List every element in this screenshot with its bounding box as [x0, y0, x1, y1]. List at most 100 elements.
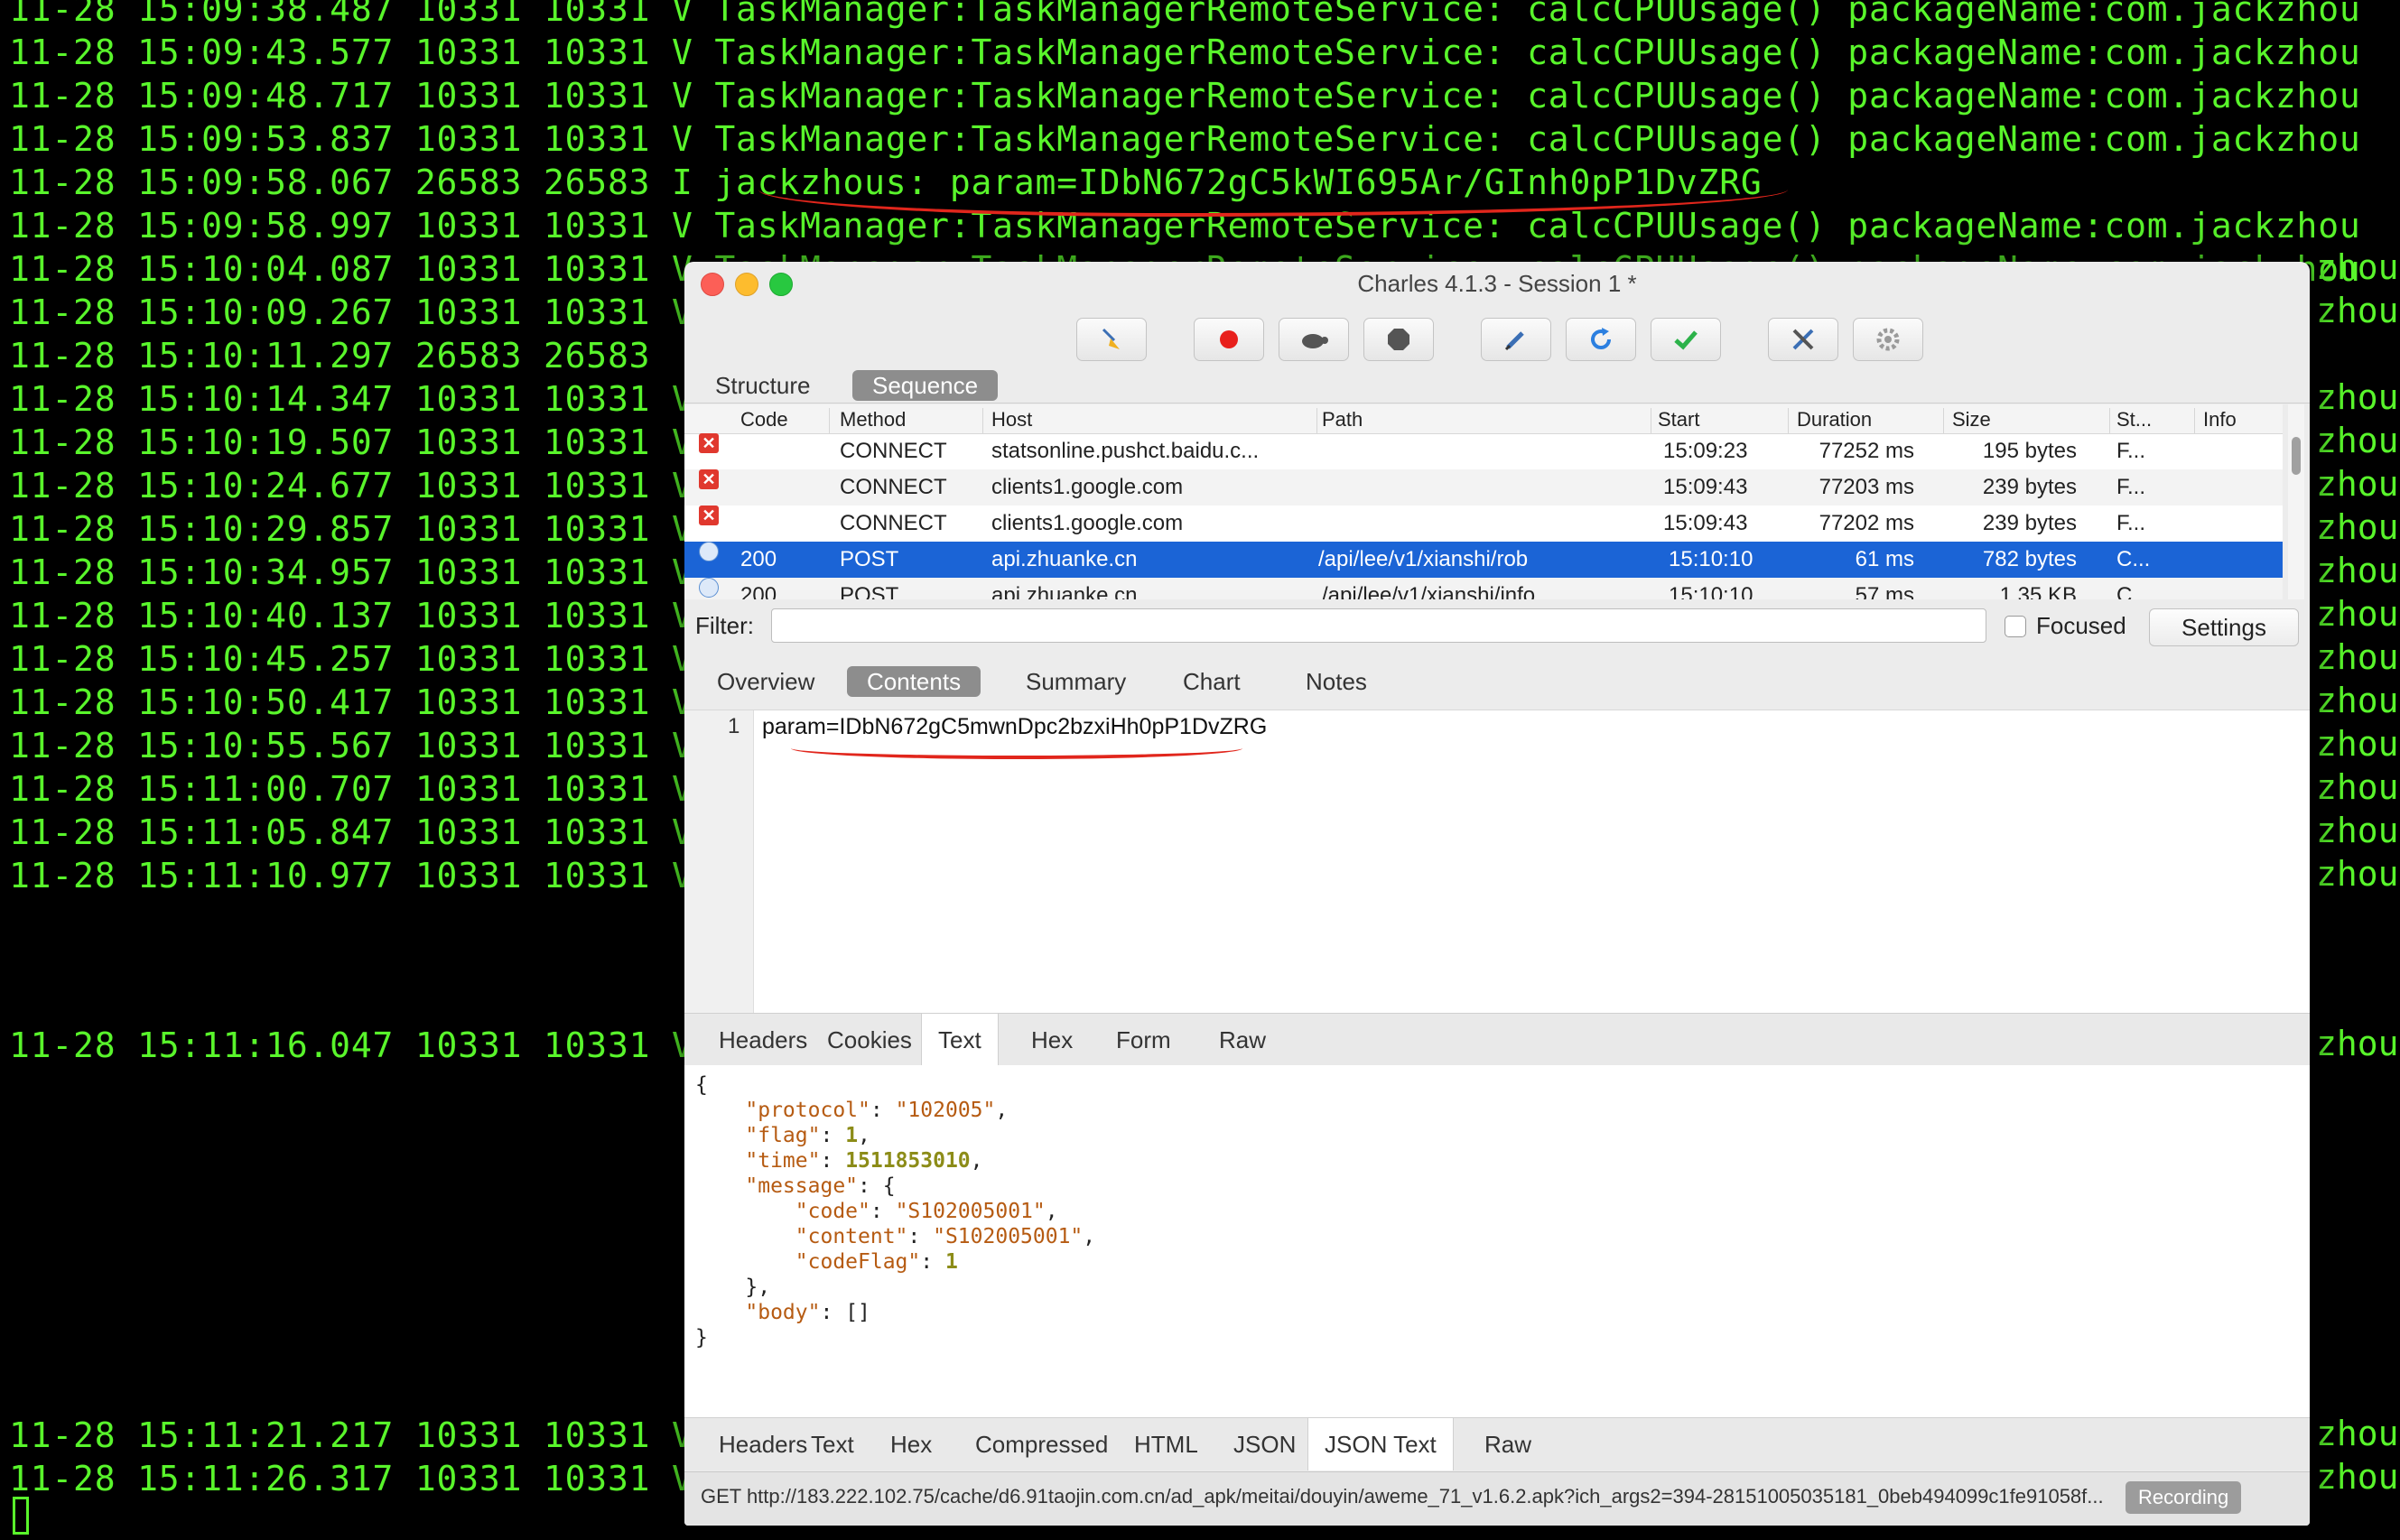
- turtle-icon: [1302, 334, 1328, 348]
- table-row[interactable]: ✕ CONNECT clients1.google.com 15:09:43 7…: [684, 469, 2283, 506]
- tab-response-json-text[interactable]: JSON Text: [1307, 1418, 1454, 1470]
- close-window-button[interactable]: [701, 273, 724, 296]
- validate-button[interactable]: [1651, 318, 1721, 361]
- cell-status: F...: [2116, 511, 2146, 535]
- record-button[interactable]: [1194, 318, 1264, 361]
- request-body-viewer[interactable]: 1 param=IDbN672gC5mwnDpc2bzxiHh0pP1DvZRG: [684, 710, 2310, 1014]
- zoom-window-button[interactable]: [769, 273, 793, 296]
- log-line: 11-28 15:11:16.047 10331 10331 V: [9, 1025, 693, 1065]
- tab-response-compressed[interactable]: Compressed: [959, 1418, 1124, 1470]
- log-line: 11-28 15:11:00.707 10331 10331 V: [9, 769, 693, 809]
- log-line: 11-28 15:10:55.567 10331 10331 V: [9, 726, 693, 765]
- column-header-code[interactable]: Code: [740, 408, 788, 431]
- compose-button[interactable]: [1481, 318, 1551, 361]
- column-header-start[interactable]: Start: [1658, 408, 1699, 431]
- tab-request-form[interactable]: Form: [1100, 1014, 1187, 1066]
- sequence-table: Code Method Host Path Start Duration Siz…: [684, 404, 2283, 599]
- column-header-size[interactable]: Size: [1952, 408, 1991, 431]
- tab-sequence[interactable]: Sequence: [852, 370, 999, 401]
- column-header-host[interactable]: Host: [991, 408, 1032, 431]
- column-header-status[interactable]: St...: [2116, 408, 2152, 431]
- log-line: 11-28 15:11:05.847 10331 10331 V: [9, 812, 693, 852]
- focused-checkbox[interactable]: [2005, 616, 2026, 637]
- filter-input[interactable]: [771, 608, 1986, 643]
- cell-duration: 57 ms: [1855, 583, 1914, 599]
- scrollbar-thumb[interactable]: [2292, 437, 2301, 475]
- tab-response-html[interactable]: HTML: [1118, 1418, 1214, 1470]
- log-line: 11-28 15:09:48.717 10331 10331 V TaskMan…: [9, 76, 2361, 116]
- cell-duration: 77203 ms: [1819, 475, 1914, 499]
- window-title: Charles 4.1.3 - Session 1 *: [1357, 270, 1637, 297]
- broom-icon: [1102, 328, 1120, 349]
- cell-duration: 77252 ms: [1819, 439, 1914, 463]
- column-header-duration[interactable]: Duration: [1797, 408, 1872, 431]
- tab-response-raw[interactable]: Raw: [1468, 1418, 1548, 1470]
- tab-request-cookies[interactable]: Cookies: [811, 1014, 928, 1066]
- table-row[interactable]: 200 POST api.zhuanke.cn /api/lee/v1/xian…: [684, 578, 2283, 599]
- tab-structure[interactable]: Structure: [695, 370, 831, 401]
- tab-response-text[interactable]: Text: [795, 1418, 870, 1470]
- tab-request-text[interactable]: Text: [921, 1014, 999, 1066]
- log-line: 11-28 15:10:34.957 10331 10331 V: [9, 552, 693, 592]
- cell-start: 15:09:43: [1663, 511, 1748, 535]
- json-value: 1: [845, 1124, 859, 1147]
- cell-status: C...: [2116, 547, 2151, 571]
- table-row[interactable]: ✕ CONNECT clients1.google.com 15:09:43 7…: [684, 506, 2283, 542]
- tab-chart[interactable]: Chart: [1163, 666, 1260, 697]
- tools-button[interactable]: [1768, 318, 1838, 361]
- cell-host: statsonline.pushct.baidu.c...: [991, 439, 1260, 463]
- cell-size: 239 bytes: [1982, 511, 2077, 535]
- settings-button[interactable]: Settings: [2149, 608, 2299, 646]
- log-line: 11-28 15:11:10.977 10331 10331 V: [9, 856, 693, 895]
- log-line: 11-28 15:10:14.347 10331 10331 V: [9, 379, 693, 419]
- json-value: "S102005001": [933, 1225, 1084, 1248]
- tab-request-hex[interactable]: Hex: [1015, 1014, 1089, 1066]
- request-complete-icon: [699, 578, 719, 598]
- error-x-icon: ✕: [699, 469, 719, 489]
- json-value: 1: [944, 1250, 958, 1274]
- cell-code: 200: [740, 583, 777, 599]
- table-row-selected[interactable]: 200 POST api.zhuanke.cn /api/lee/v1/xian…: [684, 542, 2283, 578]
- json-key: "content": [795, 1225, 908, 1248]
- column-header-info[interactable]: Info: [2203, 408, 2237, 431]
- tab-overview[interactable]: Overview: [697, 666, 834, 697]
- log-line: 11-28 15:11:26.317 10331 10331 V: [9, 1459, 693, 1498]
- cell-start: 15:09:43: [1663, 475, 1748, 499]
- json-value: []: [845, 1301, 870, 1324]
- column-header-path[interactable]: Path: [1322, 408, 1363, 431]
- breakpoints-button[interactable]: [1363, 318, 1434, 361]
- stop-hexagon-icon: [1388, 329, 1409, 350]
- table-scrollbar[interactable]: [2288, 404, 2304, 599]
- log-line: 11-28 15:10:19.507 10331 10331 V: [9, 422, 693, 462]
- table-row[interactable]: ✕ CONNECT statsonline.pushct.baidu.c... …: [684, 433, 2283, 469]
- column-header-method[interactable]: Method: [840, 408, 906, 431]
- tab-response-hex[interactable]: Hex: [874, 1418, 948, 1470]
- throttle-button[interactable]: [1279, 318, 1349, 361]
- json-brace: }: [695, 1326, 708, 1350]
- record-icon: [1220, 330, 1238, 348]
- charles-window[interactable]: Charles 4.1.3 - Session 1 * Structure Se…: [684, 262, 2310, 1526]
- tab-notes[interactable]: Notes: [1286, 666, 1387, 697]
- column-divider: [2109, 408, 2110, 433]
- tab-request-headers[interactable]: Headers: [702, 1014, 823, 1066]
- recording-badge[interactable]: Recording: [2126, 1481, 2242, 1514]
- json-value: "S102005001": [895, 1200, 1046, 1223]
- clear-session-button[interactable]: [1076, 318, 1147, 361]
- refresh-icon: [1591, 328, 1611, 349]
- tab-response-json[interactable]: JSON: [1217, 1418, 1312, 1470]
- cell-start: 15:10:10: [1669, 547, 1753, 571]
- settings-gear-button[interactable]: [1853, 318, 1923, 361]
- column-divider: [1788, 408, 1789, 433]
- cell-status: F...: [2116, 439, 2146, 463]
- tab-request-raw[interactable]: Raw: [1203, 1014, 1282, 1066]
- tab-summary[interactable]: Summary: [1006, 666, 1146, 697]
- tab-contents[interactable]: Contents: [847, 666, 981, 697]
- log-line: 11-28 15:10:24.677 10331 10331 V: [9, 466, 693, 506]
- status-bar: GET http://183.222.102.75/cache/d6.91tao…: [684, 1471, 2310, 1526]
- repeat-button[interactable]: [1566, 318, 1636, 361]
- cell-duration: 61 ms: [1855, 547, 1914, 571]
- minimize-window-button[interactable]: [735, 273, 758, 296]
- table-header: Code Method Host Path Start Duration Siz…: [684, 404, 2283, 434]
- window-titlebar[interactable]: Charles 4.1.3 - Session 1 *: [684, 262, 2310, 309]
- response-json-viewer[interactable]: { "protocol": "102005", "flag": 1, "time…: [684, 1065, 2310, 1417]
